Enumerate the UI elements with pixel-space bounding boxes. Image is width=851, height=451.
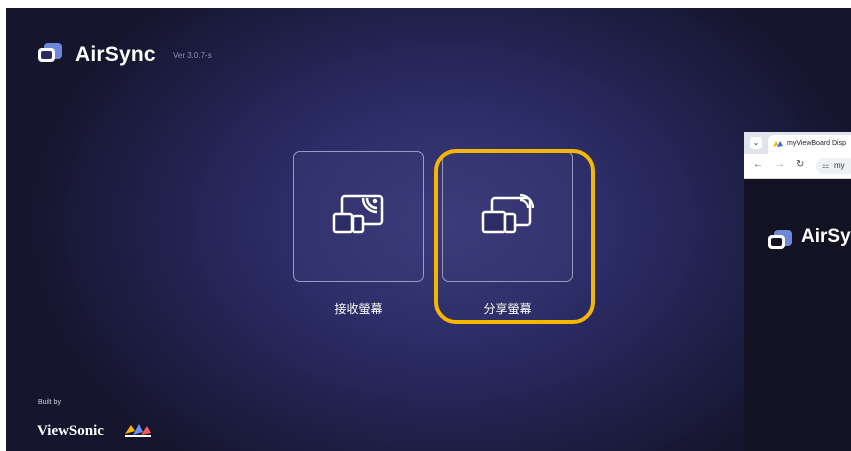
favicon-icon bbox=[773, 141, 783, 147]
address-text: my bbox=[834, 161, 845, 170]
viewsonic-birds-icon bbox=[125, 424, 151, 437]
tab-search-dropdown[interactable]: ⌄ bbox=[750, 137, 762, 149]
built-by-label: Built by bbox=[38, 399, 61, 406]
receive-screen-icon bbox=[332, 194, 384, 234]
forward-icon[interactable]: → bbox=[775, 159, 785, 170]
tab-title: myViewBoard Disp bbox=[787, 140, 847, 147]
app-title: AirSync bbox=[75, 43, 156, 66]
reload-icon[interactable]: ↻ bbox=[796, 159, 804, 170]
web-app-title: AirSy bbox=[801, 226, 851, 247]
share-screen-highlight bbox=[434, 149, 595, 324]
airsync-app-screen: AirSync Ver 3.0.7-s 接收螢幕 分享螢幕 Built by V… bbox=[6, 8, 851, 451]
site-info-icon[interactable]: ⚏ bbox=[822, 161, 829, 170]
web-cast-window-icon bbox=[768, 230, 792, 249]
browser-toolbar: ← → ↻ ⚏ my bbox=[744, 154, 851, 179]
browser-tab[interactable]: myViewBoard Disp bbox=[768, 135, 851, 154]
back-icon[interactable]: ← bbox=[753, 159, 763, 170]
cast-window-icon bbox=[38, 43, 62, 62]
brand-name: ViewSonic bbox=[37, 423, 104, 439]
receive-screen-button[interactable] bbox=[293, 151, 424, 282]
app-version: Ver 3.0.7-s bbox=[173, 51, 212, 60]
receive-screen-label: 接收螢幕 bbox=[334, 302, 383, 316]
address-bar[interactable]: ⚏ my bbox=[816, 158, 851, 174]
browser-window: ⌄ myViewBoard Disp ← → ↻ ⚏ my AirSy bbox=[744, 132, 851, 451]
tab-strip: ⌄ myViewBoard Disp bbox=[744, 132, 851, 154]
